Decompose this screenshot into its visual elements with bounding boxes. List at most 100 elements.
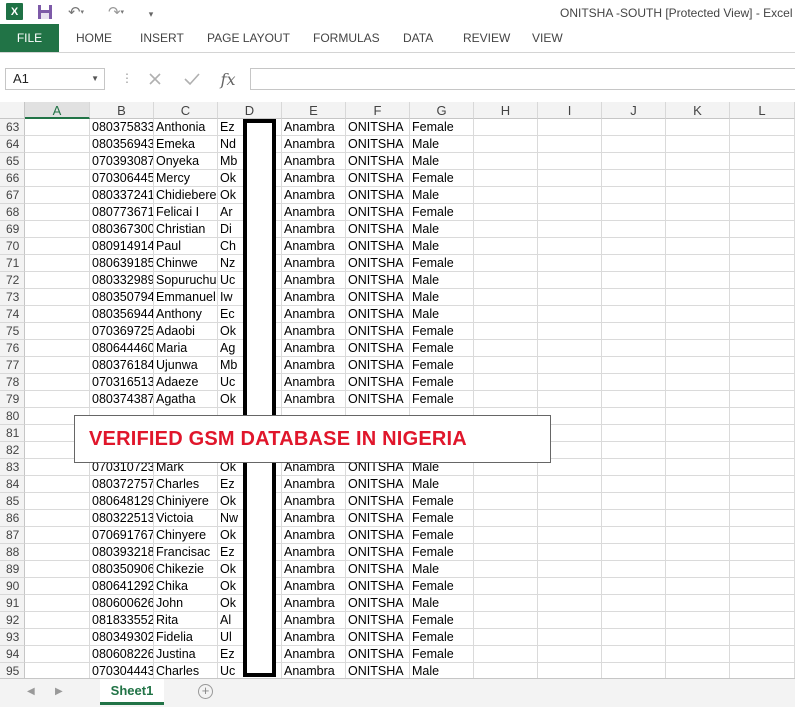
cell-first-name[interactable]: Emeka <box>154 136 218 153</box>
cell-first-name[interactable]: Chika <box>154 578 218 595</box>
cell-lga[interactable]: ONITSHA <box>346 323 410 340</box>
select-all-corner[interactable] <box>0 102 25 119</box>
cell-gender[interactable]: Female <box>410 170 474 187</box>
cell-state[interactable]: Anambra <box>282 595 346 612</box>
cell-lga[interactable]: ONITSHA <box>346 187 410 204</box>
redo-icon[interactable]: ↷ ▾ <box>108 4 124 21</box>
cell-lga[interactable]: ONITSHA <box>346 578 410 595</box>
cell-gender[interactable]: Female <box>410 527 474 544</box>
row-header[interactable]: 65 <box>0 153 25 170</box>
cell-first-name[interactable]: Emmanuel <box>154 289 218 306</box>
cell-j[interactable] <box>602 289 666 306</box>
cell-j[interactable] <box>602 357 666 374</box>
cell-gender[interactable]: Female <box>410 544 474 561</box>
cell-i[interactable] <box>538 646 602 663</box>
cell-j[interactable] <box>602 612 666 629</box>
cell-h[interactable] <box>474 493 538 510</box>
cell-j[interactable] <box>602 272 666 289</box>
cell-k[interactable] <box>666 306 730 323</box>
cell-phone[interactable]: 070304443 <box>90 663 154 678</box>
column-header-a[interactable]: A <box>25 102 90 119</box>
sheet-tab-sheet1[interactable]: Sheet1 <box>100 679 164 705</box>
cell-phone[interactable]: 080600626 <box>90 595 154 612</box>
cell-state[interactable]: Anambra <box>282 646 346 663</box>
cell-phone[interactable]: 080375833 <box>90 119 154 136</box>
cell-phone[interactable]: 080349302 <box>90 629 154 646</box>
cell-gender[interactable]: Female <box>410 323 474 340</box>
cell-j[interactable] <box>602 119 666 136</box>
cell-i[interactable] <box>538 238 602 255</box>
cell-phone[interactable]: 080374387 <box>90 391 154 408</box>
name-box-dropdown-icon[interactable]: ▼ <box>91 69 99 89</box>
column-header-d[interactable]: D <box>218 102 282 119</box>
cell-lga[interactable]: ONITSHA <box>346 221 410 238</box>
cell-lga[interactable]: ONITSHA <box>346 612 410 629</box>
cell-lga[interactable]: ONITSHA <box>346 374 410 391</box>
cell-gender[interactable]: Female <box>410 340 474 357</box>
cell-phone[interactable]: 070306445 <box>90 170 154 187</box>
cell-gender[interactable]: Male <box>410 476 474 493</box>
row-header[interactable]: 83 <box>0 459 25 476</box>
cell-k[interactable] <box>666 544 730 561</box>
tab-insert[interactable]: INSERT <box>140 24 184 52</box>
cell-a[interactable] <box>25 629 90 646</box>
cell-h[interactable] <box>474 357 538 374</box>
cell-state[interactable]: Anambra <box>282 238 346 255</box>
cell-state[interactable]: Anambra <box>282 289 346 306</box>
cell-phone[interactable]: 070316513 <box>90 374 154 391</box>
cell-lga[interactable]: ONITSHA <box>346 527 410 544</box>
cell-lga[interactable]: ONITSHA <box>346 595 410 612</box>
cell-gender[interactable]: Male <box>410 306 474 323</box>
cell-i[interactable] <box>538 187 602 204</box>
cell-lga[interactable]: ONITSHA <box>346 663 410 678</box>
cell-l[interactable] <box>730 561 795 578</box>
cell-a[interactable] <box>25 238 90 255</box>
cell-gender[interactable]: Male <box>410 561 474 578</box>
customize-toolbar-icon[interactable]: ▾ <box>146 5 156 23</box>
cell-phone[interactable]: 080641292 <box>90 578 154 595</box>
save-icon[interactable] <box>37 4 53 20</box>
cell-first-name[interactable]: Christian <box>154 221 218 238</box>
cell-lga[interactable]: ONITSHA <box>346 476 410 493</box>
cell-a[interactable] <box>25 204 90 221</box>
cell-state[interactable]: Anambra <box>282 578 346 595</box>
cell-k[interactable] <box>666 323 730 340</box>
cell-l[interactable] <box>730 340 795 357</box>
cell-first-name[interactable]: Ujunwa <box>154 357 218 374</box>
cell-first-name[interactable]: Charles <box>154 663 218 678</box>
cell-j[interactable] <box>602 204 666 221</box>
column-header-k[interactable]: K <box>666 102 730 119</box>
cell-h[interactable] <box>474 323 538 340</box>
cell-phone[interactable]: 080914914 <box>90 238 154 255</box>
cell-state[interactable]: Anambra <box>282 187 346 204</box>
formula-input[interactable] <box>250 68 795 90</box>
row-header[interactable]: 76 <box>0 340 25 357</box>
cell-first-name[interactable]: Chikezie <box>154 561 218 578</box>
row-header[interactable]: 79 <box>0 391 25 408</box>
cell-a[interactable] <box>25 153 90 170</box>
row-header[interactable]: 89 <box>0 561 25 578</box>
cell-gender[interactable]: Male <box>410 187 474 204</box>
cell-i[interactable] <box>538 663 602 678</box>
cell-phone[interactable]: 080648129 <box>90 493 154 510</box>
cell-k[interactable] <box>666 425 730 442</box>
cell-j[interactable] <box>602 493 666 510</box>
row-header[interactable]: 81 <box>0 425 25 442</box>
cell-h[interactable] <box>474 255 538 272</box>
row-header[interactable]: 77 <box>0 357 25 374</box>
cell-a[interactable] <box>25 561 90 578</box>
row-header[interactable]: 68 <box>0 204 25 221</box>
cell-i[interactable] <box>538 289 602 306</box>
cell-k[interactable] <box>666 204 730 221</box>
cell-j[interactable] <box>602 221 666 238</box>
cell-k[interactable] <box>666 612 730 629</box>
cell-i[interactable] <box>538 340 602 357</box>
cell-i[interactable] <box>538 391 602 408</box>
row-header[interactable]: 87 <box>0 527 25 544</box>
enter-icon[interactable] <box>179 68 205 90</box>
cancel-icon[interactable] <box>142 68 168 90</box>
cell-phone[interactable]: 080356944 <box>90 306 154 323</box>
cell-l[interactable] <box>730 442 795 459</box>
cell-lga[interactable]: ONITSHA <box>346 204 410 221</box>
column-header-c[interactable]: C <box>154 102 218 119</box>
